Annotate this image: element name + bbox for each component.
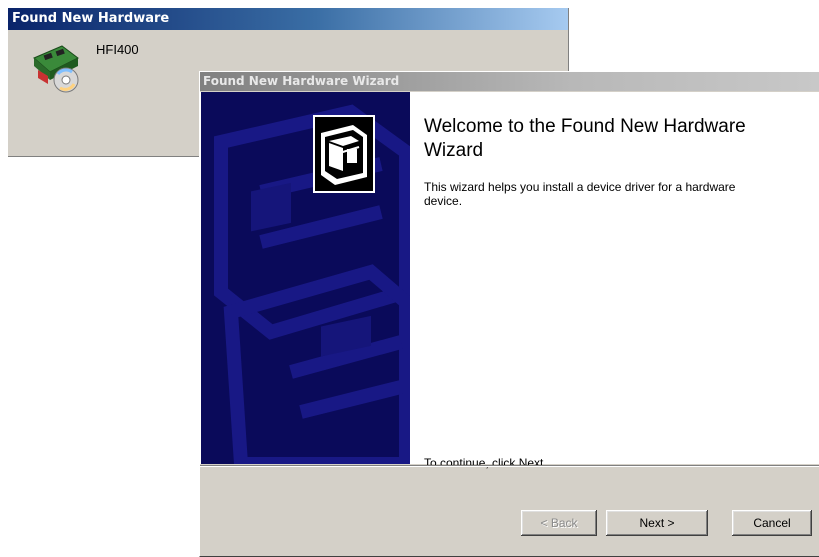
- wizard-dialog: Found New Hardware Wizard Welcome to the…: [199, 71, 819, 557]
- bg-window-title: Found New Hardware: [8, 8, 568, 30]
- hardware-box-icon: [313, 115, 375, 193]
- device-name: HFI400: [96, 42, 139, 57]
- hardware-card-icon: [33, 45, 79, 93]
- cancel-button[interactable]: Cancel: [732, 510, 812, 536]
- wizard-heading: Welcome to the Found New Hardware Wizard: [424, 116, 746, 161]
- wizard-side-panel: [201, 92, 410, 464]
- next-button[interactable]: Next >: [606, 510, 708, 536]
- back-button[interactable]: < Back: [521, 510, 597, 536]
- wizard-separator: [200, 465, 819, 467]
- wizard-continue-text: To continue, click Next.: [424, 456, 547, 470]
- hardware-watermark-graphic: [214, 104, 410, 464]
- wizard-description: This wizard helps you install a device d…: [424, 180, 736, 208]
- wizard-body: Welcome to the Found New Hardware Wizard…: [200, 92, 819, 470]
- wizard-title-bar: Found New Hardware Wizard: [200, 72, 819, 91]
